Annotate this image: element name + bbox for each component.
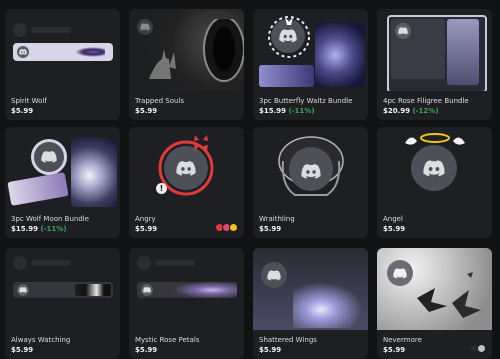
item-price: $5.99 [135, 225, 158, 233]
discord-logo-icon [17, 284, 29, 296]
shop-item-card[interactable]: 3pc Wolf Moon Bundle $15.99 (-11%) [5, 127, 120, 238]
shop-item-card[interactable]: 3pc Butterfly Waltz Bundle $15.99 (-11%) [253, 9, 368, 120]
shop-item-card[interactable]: Angel $5.99 [377, 127, 492, 238]
color-variant-swatches[interactable] [215, 223, 238, 232]
anger-symbol-icon [194, 135, 208, 151]
shop-item-card[interactable]: Mystic Rose Petals $5.99 [129, 248, 244, 359]
item-preview [5, 248, 120, 330]
discord-logo-icon [411, 145, 457, 191]
item-price: $5.99 [383, 225, 406, 233]
item-price: $5.99 [135, 107, 158, 115]
item-price: $5.99 [383, 346, 406, 354]
shop-item-card[interactable]: Shattered Wings $5.99 [253, 248, 368, 359]
item-price: $5.99 [11, 107, 34, 115]
item-name: Spirit Wolf [11, 97, 47, 105]
item-price: $15.99 (-11%) [259, 107, 315, 115]
discord-logo-icon [141, 284, 153, 296]
shop-item-card[interactable]: ! Angry $5.99 [129, 127, 244, 238]
shop-item-card[interactable]: Wraithling $5.99 [253, 127, 368, 238]
item-preview [377, 9, 492, 91]
item-name: 3pc Butterfly Waltz Bundle [259, 97, 353, 105]
item-preview [5, 127, 120, 209]
swatch-yellow[interactable] [229, 223, 238, 232]
item-preview [129, 9, 244, 91]
shop-item-card[interactable]: Spirit Wolf $5.99 [5, 9, 120, 120]
discord-logo-icon [395, 23, 411, 39]
item-price: $20.99 (-12%) [383, 107, 439, 115]
item-price: $5.99 [259, 346, 282, 354]
shop-grid: Spirit Wolf $5.99 Trapped Souls $5.99 3p… [0, 0, 500, 359]
item-price: $5.99 [11, 346, 34, 354]
item-preview [253, 127, 368, 209]
item-name: Shattered Wings [259, 336, 317, 344]
item-price: $5.99 [259, 225, 282, 233]
shop-item-card[interactable]: 4pc Rose Filigree Bundle $20.99 (-12%) [377, 9, 492, 120]
item-preview [253, 9, 368, 91]
item-preview [377, 248, 492, 330]
shop-item-card[interactable]: Trapped Souls $5.99 [129, 9, 244, 120]
item-name: 3pc Wolf Moon Bundle [11, 215, 90, 223]
swatch-light[interactable] [477, 344, 486, 353]
item-name: 4pc Rose Filigree Bundle [383, 97, 469, 105]
discord-logo-icon [31, 139, 67, 175]
item-price: $15.99 (-11%) [11, 225, 67, 233]
shop-item-card[interactable]: Nevermore $5.99 [377, 248, 492, 359]
item-name: Trapped Souls [135, 97, 185, 105]
discord-logo-icon [301, 161, 321, 181]
item-name: Angel [383, 215, 403, 223]
item-price: $5.99 [135, 346, 158, 354]
item-preview [377, 127, 492, 209]
shop-item-card[interactable]: Always Watching $5.99 [5, 248, 120, 359]
color-variant-swatches[interactable] [470, 344, 486, 353]
item-name: Mystic Rose Petals [135, 336, 200, 344]
item-preview [5, 9, 120, 91]
item-preview: ! [129, 127, 244, 209]
item-preview [253, 248, 368, 330]
discord-logo-icon [17, 46, 29, 58]
discord-logo-icon [261, 262, 287, 288]
alert-icon: ! [156, 183, 167, 194]
item-name: Always Watching [11, 336, 71, 344]
discord-logo-icon [176, 158, 196, 178]
item-name: Nevermore [383, 336, 422, 344]
item-name: Wraithling [259, 215, 295, 223]
item-preview [129, 248, 244, 330]
item-name: Angry [135, 215, 156, 223]
